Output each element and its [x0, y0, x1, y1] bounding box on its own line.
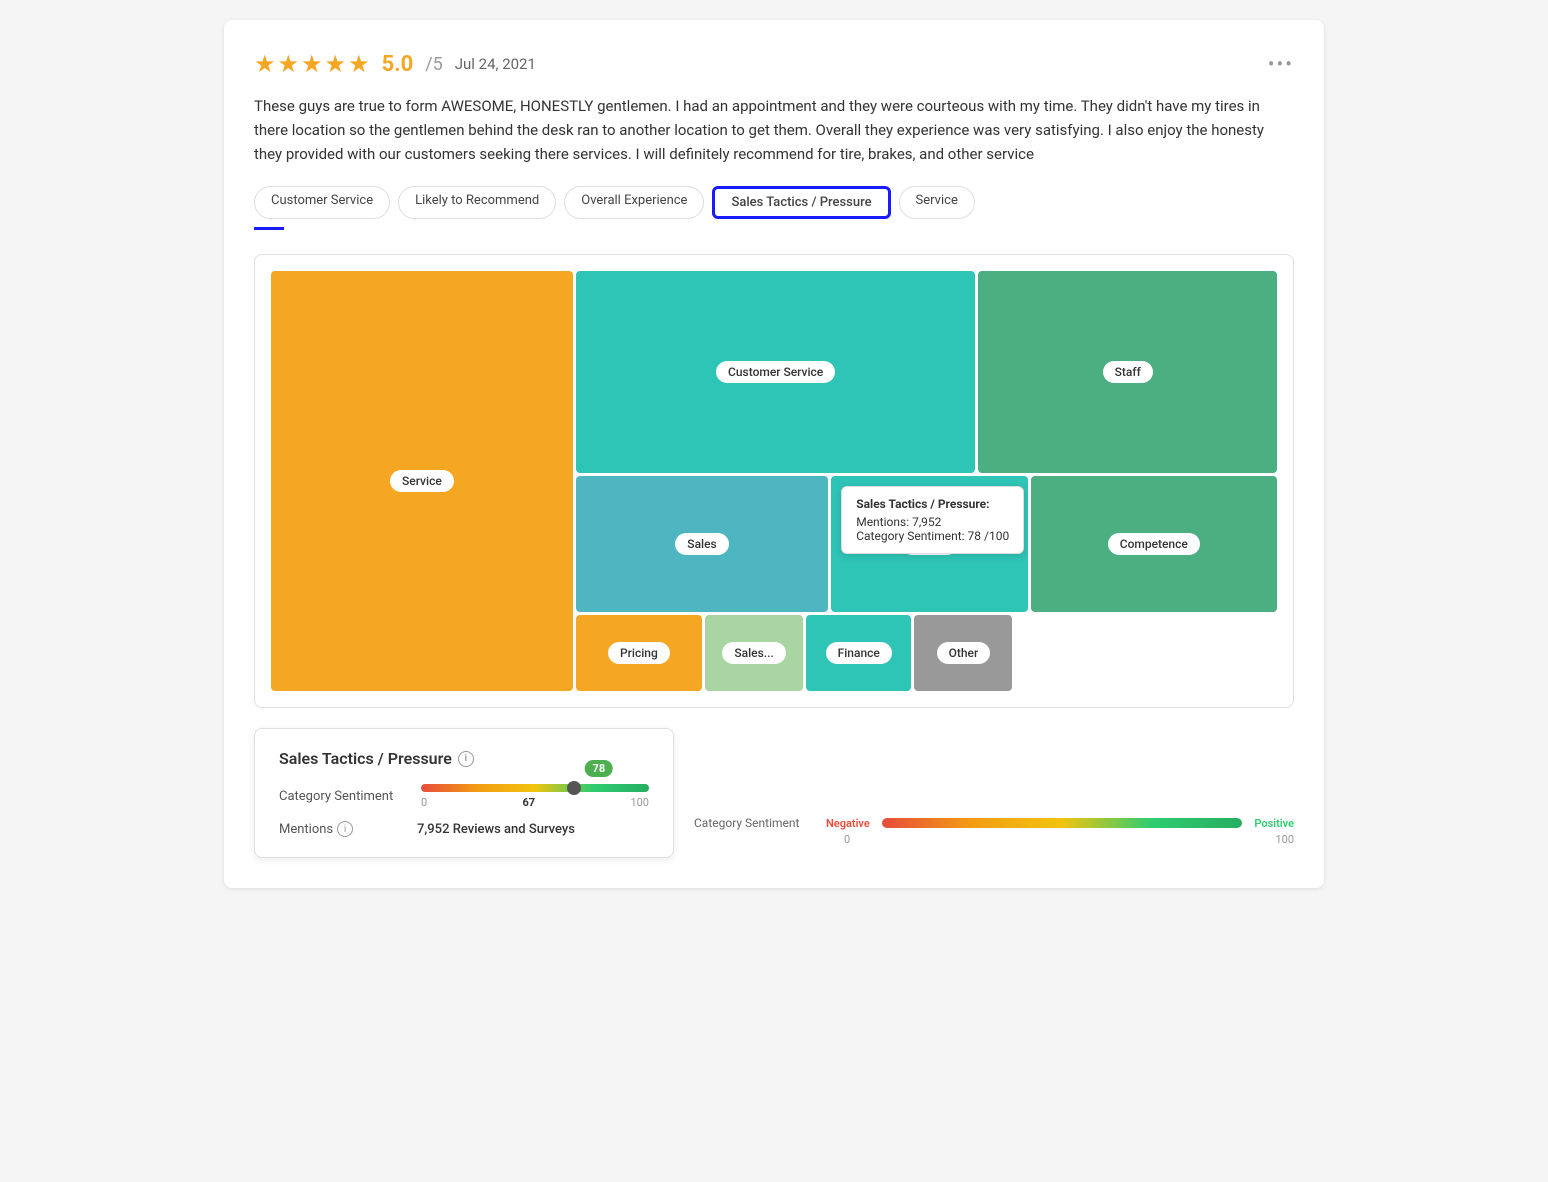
treemap-sales-label: Sales [675, 533, 728, 555]
treemap-sales-cell[interactable]: Sales [576, 476, 828, 613]
tag-likely-to-recommend[interactable]: Likely to Recommend [398, 186, 556, 219]
rating-max: /5 [425, 54, 443, 75]
star-5: ★ [348, 50, 370, 78]
treemap-customer-service-label: Customer Service [716, 361, 835, 383]
treemap-other-cell[interactable]: Other [914, 615, 1012, 691]
mentions-info-icon[interactable]: i [337, 821, 353, 837]
more-options-button[interactable]: ••• [1268, 52, 1294, 76]
bottom-panels: Sales Tactics / Pressure i Category Sent… [254, 728, 1294, 858]
sentiment-label: Category Sentiment [279, 789, 409, 804]
legend-max: 100 [1275, 833, 1294, 846]
star-3: ★ [301, 50, 323, 78]
sentiment-track [421, 784, 649, 792]
legend-row: Category Sentiment Negative Positive [694, 816, 1294, 830]
scroll-indicator [254, 227, 284, 230]
legend-card: Category Sentiment Negative Positive 0 1… [694, 728, 1294, 858]
star-rating: ★ ★ ★ ★ ★ [254, 50, 370, 78]
treemap-service-cell[interactable]: Service [271, 271, 573, 691]
treemap-staff-cell[interactable]: Staff [978, 271, 1277, 473]
treemap-pricing-label: Pricing [608, 642, 670, 664]
tooltip-title: Sales Tactics / Pressure: [856, 497, 1009, 511]
treemap-container: Service Customer Service Staff Sales [271, 271, 1277, 691]
treemap-competence-label: Competence [1108, 533, 1200, 555]
rating-value: 5.0 [382, 52, 414, 77]
review-text: These guys are true to form AWESOME, HON… [254, 94, 1294, 166]
tag-sales-tactics[interactable]: Sales Tactics / Pressure [712, 186, 890, 219]
treemap-middle-row: Sales Speed Sales Tactics / Pressure: Me… [576, 476, 1277, 613]
star-2: ★ [278, 50, 300, 78]
legend-positive: Positive [1254, 817, 1294, 830]
legend-label: Category Sentiment [694, 816, 814, 830]
legend-track [882, 818, 1243, 828]
sentiment-bubble: 78 [585, 760, 614, 777]
mentions-label: Mentions i [279, 821, 409, 837]
legend-min: 0 [844, 833, 850, 846]
page-container: ★ ★ ★ ★ ★ 5.0/5 Jul 24, 2021 ••• These g… [224, 20, 1324, 888]
tooltip-sentiment: Category Sentiment: 78 /100 [856, 529, 1009, 543]
mentions-row: Mentions i 7,952 Reviews and Surveys [279, 821, 649, 837]
treemap-right: Customer Service Staff Sales Speed [576, 271, 1277, 691]
sentiment-track-wrap: 78 0 67 100 [421, 784, 649, 809]
treemap-tooltip: Sales Tactics / Pressure: Mentions: 7,95… [841, 486, 1024, 554]
tag-service[interactable]: Service [899, 186, 975, 219]
star-4: ★ [325, 50, 347, 78]
treemap-bottom-row: Pricing Sales... Finance Other [576, 615, 1277, 691]
treemap-pricing-cell[interactable]: Pricing [576, 615, 702, 691]
treemap-sales-small-label: Sales... [722, 642, 785, 664]
treemap-other-label: Other [937, 642, 991, 664]
mentions-value: 7,952 Reviews and Surveys [417, 822, 575, 837]
treemap-service-label: Service [390, 470, 454, 492]
sentiment-max: 100 [630, 796, 649, 809]
sentiment-thumb [567, 781, 581, 795]
review-header: ★ ★ ★ ★ ★ 5.0/5 Jul 24, 2021 ••• [254, 50, 1294, 78]
treemap-section: Service Customer Service Staff Sales [254, 254, 1294, 708]
tag-customer-service[interactable]: Customer Service [254, 186, 390, 219]
info-card: Sales Tactics / Pressure i Category Sent… [254, 728, 674, 858]
treemap-top-row: Customer Service Staff [576, 271, 1277, 473]
legend-range: 0 100 [694, 833, 1294, 846]
treemap-finance-label: Finance [826, 642, 892, 664]
sentiment-row: Category Sentiment 78 0 67 100 [279, 784, 649, 809]
treemap-speed-cell[interactable]: Speed Sales Tactics / Pressure: Mentions… [831, 476, 1027, 613]
sentiment-numbers: 0 67 100 [421, 796, 649, 809]
treemap-finance-cell[interactable]: Finance [806, 615, 911, 691]
sentiment-current: 67 [523, 796, 536, 809]
treemap-sales-small-cell[interactable]: Sales... [705, 615, 803, 691]
tag-overall-experience[interactable]: Overall Experience [564, 186, 704, 219]
treemap-staff-label: Staff [1103, 361, 1153, 383]
review-date: Jul 24, 2021 [455, 55, 536, 73]
tags-row: Customer Service Likely to Recommend Ove… [254, 186, 1294, 219]
legend-negative: Negative [826, 817, 870, 830]
tooltip-mentions: Mentions: 7,952 [856, 515, 1009, 529]
treemap-competence-cell[interactable]: Competence [1031, 476, 1277, 613]
sentiment-min: 0 [421, 796, 427, 809]
info-icon[interactable]: i [458, 751, 474, 767]
info-card-title-text: Sales Tactics / Pressure [279, 749, 452, 768]
treemap-customer-service-cell[interactable]: Customer Service [576, 271, 976, 473]
star-1: ★ [254, 50, 276, 78]
